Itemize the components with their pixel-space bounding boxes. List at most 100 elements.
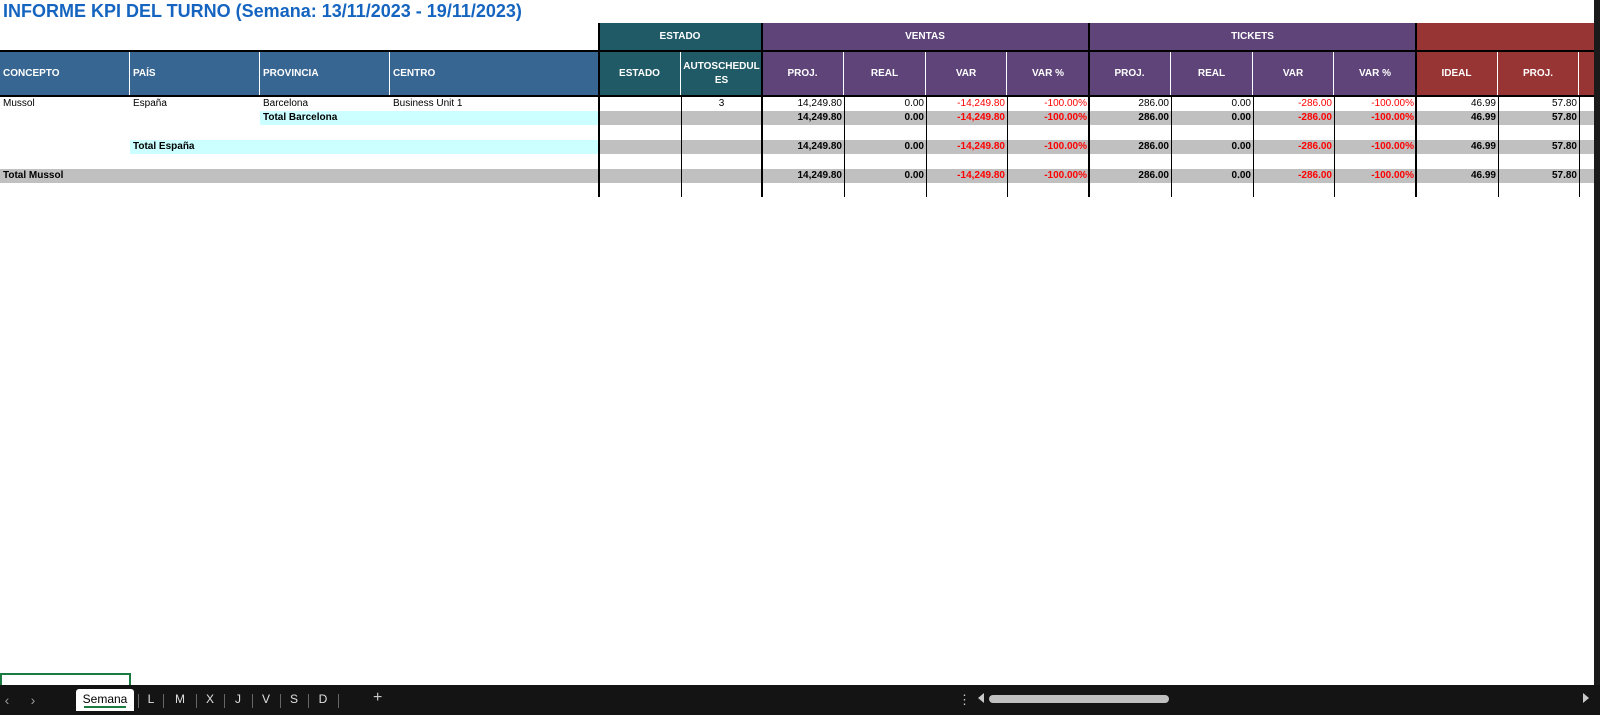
cell-ventas-proj[interactable]: 14,249.80 xyxy=(762,169,844,183)
column-border xyxy=(1334,95,1335,197)
cell-ventas-real[interactable]: 0.00 xyxy=(844,111,926,125)
sheet-tab-x[interactable]: X xyxy=(199,689,221,711)
cell-ventas-varpct[interactable]: -100.00% xyxy=(1007,140,1089,154)
sheet-tab-d[interactable]: D xyxy=(311,689,335,711)
sheet-tab-m[interactable]: M xyxy=(166,689,194,711)
col-header-ventas-var: VAR xyxy=(926,52,1007,95)
sheet-tab-bar: ‹ › Semana L M X J V S D + ⋮ xyxy=(0,685,1600,715)
plus-icon[interactable]: + xyxy=(373,689,382,707)
col-header-ventas-proj: PROJ. xyxy=(762,52,844,95)
report-title: INFORME KPI DEL TURNO (Semana: 13/11/202… xyxy=(3,1,522,21)
col-header-tickets-proj: PROJ. xyxy=(1089,52,1171,95)
cell-tickets-real[interactable]: 0.00 xyxy=(1171,169,1253,183)
cell-ventas-var[interactable]: -14,249.80 xyxy=(926,97,1007,111)
column-border xyxy=(844,95,845,197)
cell-ventas-varpct[interactable]: -100.00% xyxy=(1007,169,1089,183)
cell-partial[interactable] xyxy=(1579,140,1594,154)
cell-ventas-real[interactable]: 0.00 xyxy=(844,140,926,154)
chevron-left-icon[interactable]: ‹ xyxy=(0,692,14,708)
cell-tickets-var[interactable]: -286.00 xyxy=(1253,111,1334,125)
cell-tickets-real[interactable]: 0.00 xyxy=(1171,111,1253,125)
cell-ideal[interactable]: 46.99 xyxy=(1416,97,1498,111)
sheet-tab-s[interactable]: S xyxy=(283,689,305,711)
cell-ventas-var[interactable]: -14,249.80 xyxy=(926,140,1007,154)
cell-tickets-proj[interactable]: 286.00 xyxy=(1089,111,1171,125)
table-row[interactable]: Mussol España Barcelona Business Unit 1 … xyxy=(0,97,1594,111)
col-header-estado: ESTADO xyxy=(599,52,681,95)
col-header-autoschedules: AUTOSCHEDULES xyxy=(681,52,762,95)
cell-estado[interactable] xyxy=(599,97,681,111)
cell-ventas-proj[interactable]: 14,249.80 xyxy=(762,97,844,111)
cell-pais[interactable]: España xyxy=(130,97,260,111)
cell-tickets-varpct[interactable]: -100.00% xyxy=(1334,169,1416,183)
cell-proj[interactable]: 57.80 xyxy=(1498,97,1579,111)
cell-ideal[interactable]: 46.99 xyxy=(1416,140,1498,154)
sheet-tab-v[interactable]: V xyxy=(255,689,277,711)
col-header-tickets-real: REAL xyxy=(1171,52,1253,95)
cell-total-label[interactable]: Total Barcelona xyxy=(260,111,599,125)
cell-ventas-proj[interactable]: 14,249.80 xyxy=(762,111,844,125)
cell-ventas-real[interactable]: 0.00 xyxy=(844,97,926,111)
cell-provincia[interactable]: Barcelona xyxy=(260,97,390,111)
cell-ventas-real[interactable]: 0.00 xyxy=(844,169,926,183)
cell-tickets-proj[interactable]: 286.00 xyxy=(1089,169,1171,183)
column-border xyxy=(1415,23,1417,197)
cell-tickets-var[interactable]: -286.00 xyxy=(1253,169,1334,183)
chevron-right-icon[interactable]: › xyxy=(26,692,40,708)
selected-cell-indicator xyxy=(0,673,131,685)
group-header-tickets: TICKETS xyxy=(1089,23,1416,50)
table-row-total-provincia[interactable]: Total Barcelona 14,249.80 0.00 -14,249.8… xyxy=(0,111,1594,125)
cell-ventas-varpct[interactable]: -100.00% xyxy=(1007,111,1089,125)
group-header-ventas: VENTAS xyxy=(762,23,1089,50)
col-header-pais: PAÍS xyxy=(130,52,260,95)
cell-proj[interactable]: 57.80 xyxy=(1498,169,1579,183)
column-border xyxy=(1579,95,1580,197)
cell-ventas-varpct[interactable]: -100.00% xyxy=(1007,97,1089,111)
cell-tickets-proj[interactable]: 286.00 xyxy=(1089,140,1171,154)
spreadsheet-grid[interactable]: INFORME KPI DEL TURNO (Semana: 13/11/202… xyxy=(0,0,1594,685)
table-row-total-pais[interactable]: Total España 14,249.80 0.00 -14,249.80 -… xyxy=(0,140,1594,154)
cell-tickets-varpct[interactable]: -100.00% xyxy=(1334,140,1416,154)
column-border xyxy=(1171,95,1172,197)
sheet-tab-l[interactable]: L xyxy=(141,689,161,711)
cell-proj[interactable]: 57.80 xyxy=(1498,111,1579,125)
cell-tickets-real[interactable]: 0.00 xyxy=(1171,140,1253,154)
cell-tickets-varpct[interactable]: -100.00% xyxy=(1334,97,1416,111)
col-header-proj: PROJ. xyxy=(1498,52,1579,95)
cell-ventas-var[interactable]: -14,249.80 xyxy=(926,111,1007,125)
cell-partial[interactable] xyxy=(1579,169,1594,183)
cell-total-label[interactable]: Total Mussol xyxy=(0,169,599,183)
sheet-tab-semana[interactable]: Semana xyxy=(76,689,134,711)
cell-partial[interactable] xyxy=(1579,111,1594,125)
col-header-centro: CENTRO xyxy=(390,52,599,95)
window-edge xyxy=(1594,0,1600,685)
cell-centro[interactable]: Business Unit 1 xyxy=(390,97,599,111)
cell-tickets-varpct[interactable]: -100.00% xyxy=(1334,111,1416,125)
horizontal-scrollbar-thumb[interactable] xyxy=(989,695,1169,703)
column-border xyxy=(681,95,682,197)
cell-ideal[interactable]: 46.99 xyxy=(1416,111,1498,125)
scroll-right-icon[interactable] xyxy=(1583,693,1589,703)
col-header-provincia: PROVINCIA xyxy=(260,52,390,95)
cell-ventas-var[interactable]: -14,249.80 xyxy=(926,169,1007,183)
cell-tickets-var[interactable]: -286.00 xyxy=(1253,140,1334,154)
cell-tickets-real[interactable]: 0.00 xyxy=(1171,97,1253,111)
cell-proj[interactable]: 57.80 xyxy=(1498,140,1579,154)
sheet-tab-j[interactable]: J xyxy=(227,689,249,711)
cell-tickets-proj[interactable]: 286.00 xyxy=(1089,97,1171,111)
column-border xyxy=(598,23,600,197)
cell-autoschedules[interactable]: 3 xyxy=(681,97,762,111)
column-border xyxy=(1088,23,1090,197)
col-header-concepto: CONCEPTO xyxy=(0,52,130,95)
cell-ideal[interactable]: 46.99 xyxy=(1416,169,1498,183)
column-border xyxy=(926,95,927,197)
cell-ventas-proj[interactable]: 14,249.80 xyxy=(762,140,844,154)
cell-concepto[interactable]: Mussol xyxy=(0,97,130,111)
more-vertical-icon[interactable]: ⋮ xyxy=(958,692,971,708)
cell-total-label[interactable]: Total España xyxy=(130,140,599,154)
column-border xyxy=(1007,95,1008,197)
scroll-left-icon[interactable] xyxy=(978,693,984,703)
column-border xyxy=(761,23,763,197)
table-row-total-concepto[interactable]: Total Mussol 14,249.80 0.00 -14,249.80 -… xyxy=(0,169,1594,183)
cell-tickets-var[interactable]: -286.00 xyxy=(1253,97,1334,111)
